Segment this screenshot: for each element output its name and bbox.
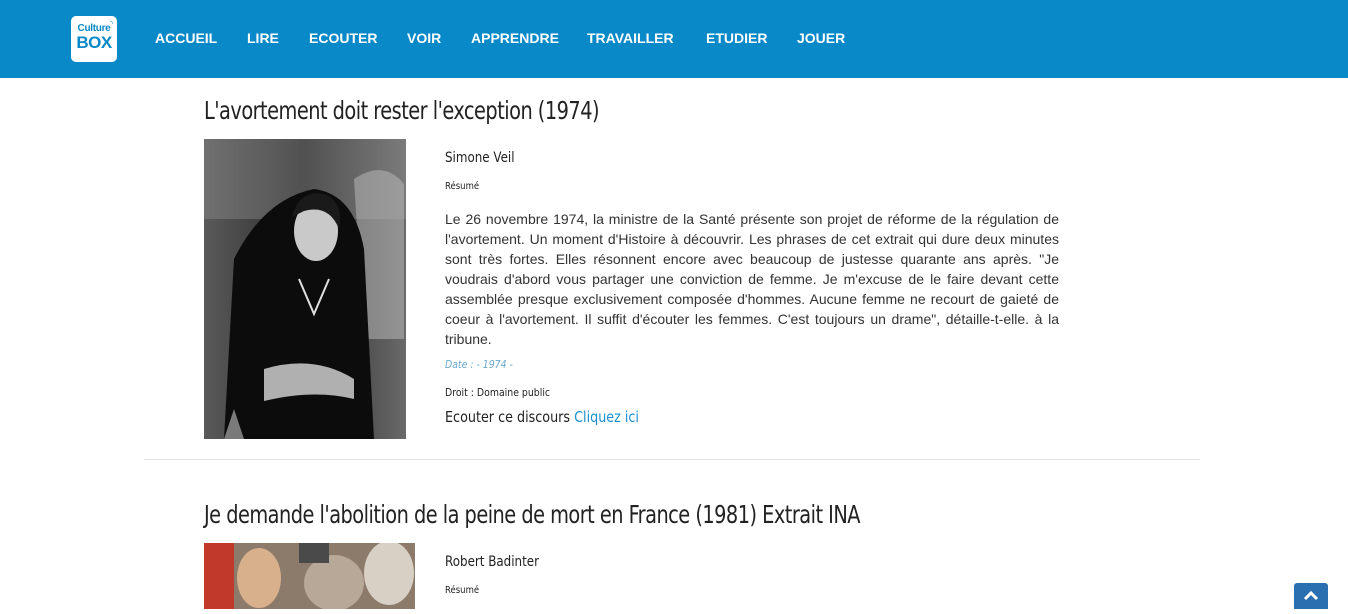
listen-line: Ecouter ce discours Cliquez ici [445,408,639,426]
chevron-up-icon [1303,590,1319,601]
nav-ecouter[interactable]: ECOUTER [309,30,377,46]
nav-lire[interactable]: LIRE [247,30,279,46]
article-summary: Le 26 novembre 1974, la ministre de la S… [445,211,1059,347]
nav-travailler[interactable]: TRAVAILLER [587,30,674,46]
author-name: Simone Veil [445,150,515,166]
culturebox-logo[interactable]: ◝ Culture BOX [71,16,117,62]
listen-link[interactable]: Cliquez ici [574,408,639,426]
article-divider [144,459,1200,460]
top-navbar: ◝ Culture BOX ACCUEIL LIRE ECOUTER VOIR … [0,0,1348,78]
nav-jouer[interactable]: JOUER [797,30,845,46]
listen-label: Ecouter ce discours [445,408,571,426]
nav-etudier[interactable]: ETUDIER [706,30,767,46]
article-rights: Droit : Domaine public [445,386,551,399]
article-title[interactable]: Je demande l'abolition de la peine de mo… [204,500,861,529]
simone-veil-photo [204,139,406,439]
nav-accueil[interactable]: ACCUEIL [155,30,217,46]
resume-label: Résumé [445,585,480,596]
resume-label: Résumé [445,181,480,192]
scroll-to-top-button[interactable] [1294,583,1328,609]
nav-voir[interactable]: VOIR [407,30,441,46]
article-date: Date : - 1974 - [445,358,513,371]
article-title[interactable]: L'avortement doit rester l'exception (19… [204,96,600,125]
author-name: Robert Badinter [445,554,539,570]
robert-badinter-photo [204,543,415,609]
nav-apprendre[interactable]: APPRENDRE [471,30,559,46]
